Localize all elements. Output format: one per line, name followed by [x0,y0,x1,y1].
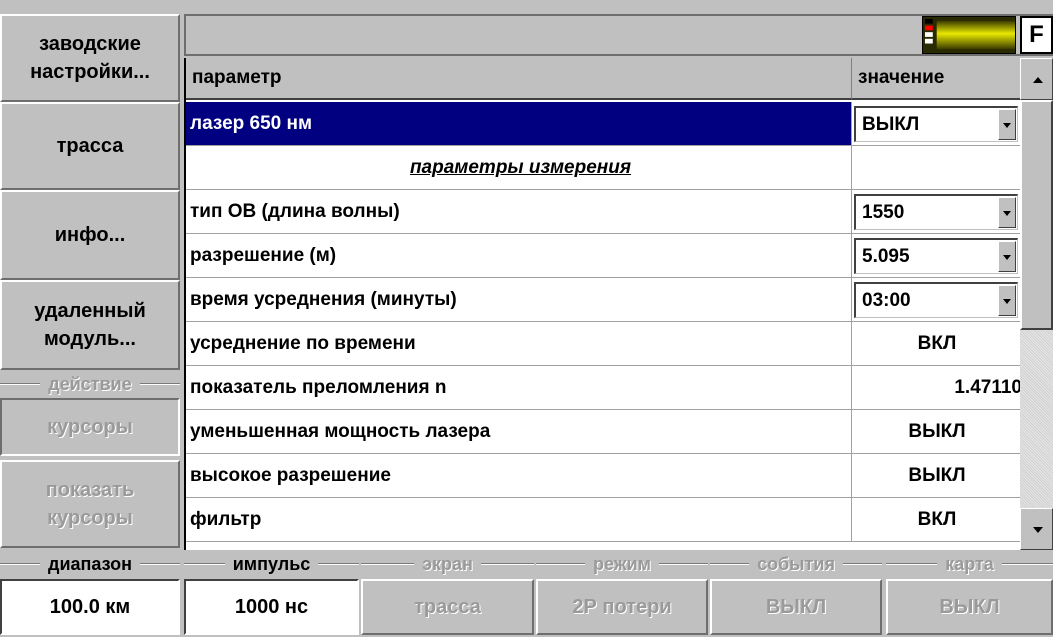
range-group: диапазон 100.0 км [0,552,181,637]
value-cell [852,146,1022,189]
info-button[interactable]: инфо... [0,190,180,280]
battery-flag-icon [922,16,1016,54]
factory-settings-button[interactable]: заводские настройки... [0,14,180,102]
chevron-down-icon[interactable] [998,109,1016,140]
param-label: фильтр [186,498,852,541]
value-cell: 03:00 [852,278,1022,321]
show-cursors-button[interactable]: показать курсоры [0,460,180,548]
divider [480,563,535,565]
screen-label: экран [422,553,473,574]
table-row-filter[interactable]: фильтр ВКЛ [186,498,1022,542]
events-button[interactable]: ВЫКЛ [710,579,882,635]
chevron-down-icon[interactable] [998,241,1016,272]
divider [139,383,181,385]
events-label: события [757,553,835,574]
wavelength-dropdown[interactable]: 1550 [854,194,1018,230]
scrollbar-thumb[interactable] [1020,100,1053,330]
column-header-parameter[interactable]: параметр [186,58,852,100]
section-title: параметры измерения [186,146,852,189]
divider [842,563,883,565]
value-cell: ВЫКЛ [852,102,1022,145]
param-label: усреднение по времени [186,322,852,365]
events-group: события ВЫКЛ [710,552,883,637]
mode-button[interactable]: 2Р потери [536,579,708,635]
divider [318,563,360,565]
value-cell[interactable]: ВЫКЛ [852,454,1022,497]
scrollbar[interactable] [1020,58,1053,550]
chevron-down-icon[interactable] [998,285,1016,316]
param-label: время усреднения (минуты) [186,278,852,321]
range-label: диапазон [48,553,132,574]
divider [184,563,225,565]
column-header-value[interactable]: значение [852,58,1022,100]
divider [886,563,938,565]
dropdown-value: 5.095 [862,245,910,267]
param-label: тип ОВ (длина волны) [186,190,852,233]
scroll-up-button[interactable] [1020,58,1053,100]
action-group-header: действие [0,373,181,395]
value-cell: 1550 [852,190,1022,233]
param-label: разрешение (м) [186,234,852,277]
parameter-table: параметр значение лазер 650 нм ВЫКЛ пара… [184,58,1022,550]
map-button[interactable]: ВЫКЛ [886,579,1053,635]
chevron-down-icon[interactable] [998,197,1016,228]
value-cell[interactable]: ВКЛ [852,322,1022,365]
divider [140,563,181,565]
map-group: карта ВЫКЛ [886,552,1053,637]
mode-header: режим [536,552,709,576]
averaging-time-dropdown[interactable]: 03:00 [854,282,1018,318]
table-row-resolution[interactable]: разрешение (м) 5.095 [186,234,1022,278]
pulse-button[interactable]: 1000 нс [184,579,359,635]
table-row-high-resolution[interactable]: высокое разрешение ВЫКЛ [186,454,1022,498]
range-button[interactable]: 100.0 км [0,579,180,635]
scroll-down-button[interactable] [1020,508,1053,550]
dropdown-value: 1550 [862,201,905,223]
f-button[interactable]: F [1020,16,1053,54]
mode-group: режим 2Р потери [536,552,709,637]
laser-650-dropdown[interactable]: ВЫКЛ [854,106,1018,142]
screen-group: экран трасса [361,552,535,637]
action-group-label: действие [48,373,132,394]
arrow-up-icon [1033,77,1043,83]
pulse-header: импульс [184,552,360,576]
value-cell[interactable]: ВКЛ [852,498,1022,541]
arrow-down-icon [1033,527,1043,533]
param-label: показатель преломления n [186,366,852,409]
divider [658,563,709,565]
map-header: карта [886,552,1053,576]
divider [0,383,41,385]
pulse-label: импульс [232,553,311,574]
table-row-section-header: параметры измерения [186,146,1022,190]
trace-button[interactable]: трасса [0,102,180,190]
value-cell: 5.095 [852,234,1022,277]
map-label: карта [945,553,994,574]
dropdown-value: 03:00 [862,289,911,311]
table-row-time-averaging[interactable]: усреднение по времени ВКЛ [186,322,1022,366]
param-label: лазер 650 нм [186,102,852,145]
param-label: высокое разрешение [186,454,852,497]
table-row-reduced-laser-power[interactable]: уменьшенная мощность лазера ВЫКЛ [186,410,1022,454]
divider [0,563,41,565]
value-cell[interactable]: ВЫКЛ [852,410,1022,453]
events-header: события [710,552,883,576]
divider [1001,563,1053,565]
divider [536,563,586,565]
screen-button[interactable]: трасса [361,579,534,635]
table-row-laser-650[interactable]: лазер 650 нм ВЫКЛ [186,102,1022,146]
range-header: диапазон [0,552,181,576]
table-row-refractive-index[interactable]: показатель преломления n 1.47110 [186,366,1022,410]
dropdown-value: ВЫКЛ [862,113,920,135]
mode-label: режим [593,553,651,574]
remote-module-button[interactable]: удаленный модуль... [0,280,180,370]
pulse-group: импульс 1000 нс [184,552,360,637]
screen-header: экран [361,552,535,576]
resolution-dropdown[interactable]: 5.095 [854,238,1018,274]
divider [361,563,415,565]
param-label: уменьшенная мощность лазера [186,410,852,453]
divider [710,563,750,565]
table-row-averaging-time[interactable]: время усреднения (минуты) 03:00 [186,278,1022,322]
value-cell[interactable]: 1.47110 [852,366,1026,409]
cursors-button[interactable]: курсоры [0,398,180,456]
table-row-fiber-type[interactable]: тип ОВ (длина волны) 1550 [186,190,1022,234]
